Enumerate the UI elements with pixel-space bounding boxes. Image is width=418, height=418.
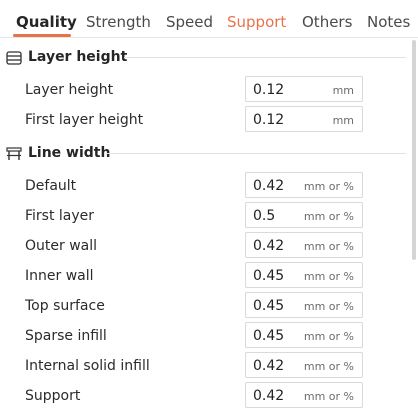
field-unit: mm (332, 114, 354, 127)
tab-quality[interactable]: Quality (16, 12, 77, 32)
setting-label: First layer (25, 208, 95, 224)
field-value: 0.42 (253, 238, 285, 254)
field-unit: mm or % (303, 240, 354, 253)
field-unit: mm or % (303, 390, 354, 403)
field-value: 0.12 (253, 82, 285, 98)
print-settings-panel: Quality Strength Speed Support Others No… (0, 0, 418, 418)
layer-height-input[interactable]: 0.12 mm (245, 76, 363, 102)
tab-others[interactable]: Others (302, 12, 352, 32)
setting-row-outer-wall: Outer wall 0.42 mm or % (0, 232, 410, 260)
first-layer-height-input[interactable]: 0.12 mm (245, 106, 363, 132)
setting-row-sparse-infill: Sparse infill 0.45 mm or % (0, 322, 410, 350)
first-layer-line-width-input[interactable]: 0.5 mm or % (245, 202, 363, 228)
field-unit: mm or % (303, 300, 354, 313)
field-unit: mm or % (303, 330, 354, 343)
inner-wall-line-width-input[interactable]: 0.45 mm or % (245, 262, 363, 288)
layers-icon (6, 50, 22, 65)
setting-label: Default (25, 178, 77, 194)
section-divider (124, 57, 406, 58)
field-value: 0.42 (253, 358, 285, 374)
field-value: 0.45 (253, 298, 285, 314)
setting-label: Internal solid infill (25, 358, 150, 374)
section-header-line-width: Line width (6, 143, 406, 163)
setting-label: Top surface (25, 298, 105, 314)
section-divider (106, 153, 406, 154)
setting-label: First layer height (25, 112, 144, 128)
field-unit: mm or % (303, 360, 354, 373)
outer-wall-line-width-input[interactable]: 0.42 mm or % (245, 232, 363, 258)
section-title: Line width (28, 145, 111, 161)
section-title: Layer height (28, 49, 128, 65)
setting-label: Outer wall (25, 238, 98, 254)
field-unit: mm or % (303, 180, 354, 193)
scrollbar-thumb[interactable] (412, 40, 416, 260)
setting-row-internal-solid-infill: Internal solid infill 0.42 mm or % (0, 352, 410, 380)
vertical-scrollbar[interactable] (410, 40, 418, 418)
tab-strength[interactable]: Strength (86, 12, 151, 32)
setting-label: Sparse infill (25, 328, 107, 344)
field-unit: mm or % (303, 210, 354, 223)
field-value: 0.5 (253, 208, 276, 224)
support-line-width-input[interactable]: 0.42 mm or % (245, 382, 363, 408)
field-value: 0.45 (253, 268, 285, 284)
sparse-infill-line-width-input[interactable]: 0.45 mm or % (245, 322, 363, 348)
setting-row-support: Support 0.42 mm or % (0, 382, 410, 410)
field-value: 0.42 (253, 178, 285, 194)
line-width-icon (6, 146, 22, 160)
field-unit: mm (332, 84, 354, 97)
setting-label: Layer height (25, 82, 114, 98)
tab-speed[interactable]: Speed (166, 12, 213, 32)
field-value: 0.42 (253, 388, 285, 404)
tab-support[interactable]: Support (227, 12, 286, 32)
default-line-width-input[interactable]: 0.42 mm or % (245, 172, 363, 198)
setting-row-first-layer-height: First layer height 0.12 mm (0, 106, 410, 134)
section-header-layer-height: Layer height (6, 47, 406, 67)
setting-row-inner-wall: Inner wall 0.45 mm or % (0, 262, 410, 290)
tab-notes[interactable]: Notes (367, 12, 410, 32)
settings-tab-bar: Quality Strength Speed Support Others No… (0, 0, 418, 40)
setting-row-top-surface: Top surface 0.45 mm or % (0, 292, 410, 320)
top-surface-line-width-input[interactable]: 0.45 mm or % (245, 292, 363, 318)
field-unit: mm or % (303, 270, 354, 283)
field-value: 0.12 (253, 112, 285, 128)
setting-label: Support (25, 388, 81, 404)
setting-row-first-layer: First layer 0.5 mm or % (0, 202, 410, 230)
internal-solid-infill-line-width-input[interactable]: 0.42 mm or % (245, 352, 363, 378)
setting-label: Inner wall (25, 268, 94, 284)
setting-row-layer-height: Layer height 0.12 mm (0, 76, 410, 104)
tab-bar-divider (0, 37, 418, 38)
field-value: 0.45 (253, 328, 285, 344)
setting-row-default: Default 0.42 mm or % (0, 172, 410, 200)
